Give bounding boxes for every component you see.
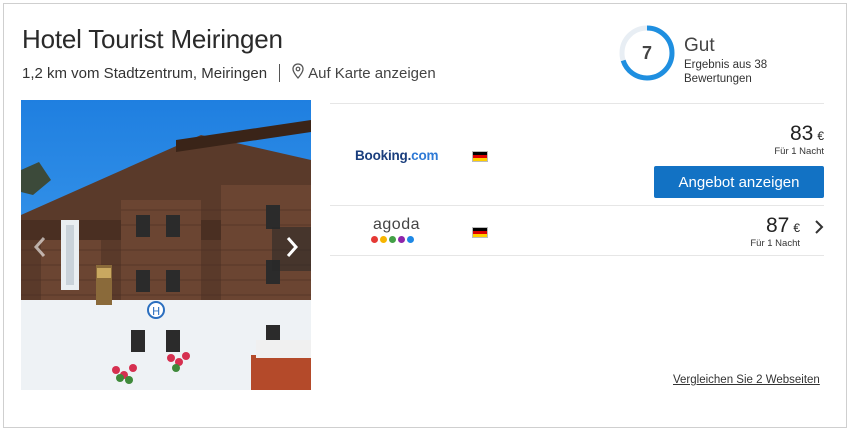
chevron-left-icon	[33, 234, 47, 265]
hotel-photo[interactable]: H	[21, 100, 311, 390]
hotel-name[interactable]: Hotel Tourist Meiringen	[22, 24, 283, 55]
agoda-logo-dots	[371, 236, 414, 243]
agoda-logo: agoda	[373, 216, 420, 233]
offer-row-booking[interactable]: Booking.com 83 € Für 1 Nacht Angebot anze…	[330, 104, 824, 204]
price-agoda: 87 € Für 1 Nacht	[750, 214, 800, 249]
germany-flag-icon	[472, 227, 488, 238]
price-booking: 83 € Für 1 Nacht	[774, 122, 824, 157]
germany-flag-icon	[472, 151, 488, 162]
map-pin-icon	[292, 63, 304, 83]
price-currency: €	[817, 129, 824, 143]
svg-text:H: H	[152, 305, 160, 318]
rating-score: 7	[641, 43, 652, 63]
show-on-map-link[interactable]: Auf Karte anzeigen	[308, 65, 436, 82]
divider	[330, 255, 824, 256]
booking-logo: Booking.com	[355, 148, 439, 163]
rating-label: Gut	[684, 35, 715, 56]
price-note: Für 1 Nacht	[750, 238, 800, 249]
price-value: 83	[789, 122, 814, 145]
show-offer-button[interactable]: Angebot anzeigen	[654, 166, 824, 198]
chevron-right-icon[interactable]	[814, 219, 824, 240]
price-value: 87	[765, 214, 790, 237]
hotel-location: 1,2 km vom Stadtzentrum, Meiringen Auf K…	[22, 63, 436, 83]
rating-ring: 7	[618, 24, 676, 82]
rating-count: Ergebnis aus 38 Bewertungen	[684, 59, 768, 85]
gallery-prev-button[interactable]	[21, 227, 59, 271]
gallery-next-button[interactable]	[272, 227, 311, 271]
compare-sites-link[interactable]: Vergleichen Sie 2 Webseiten	[673, 374, 820, 386]
chevron-right-icon	[285, 236, 299, 263]
distance-text: 1,2 km vom Stadtzentrum, Meiringen	[22, 64, 268, 82]
separator	[279, 64, 281, 82]
price-note: Für 1 Nacht	[774, 146, 824, 157]
price-currency: €	[793, 221, 800, 235]
offer-row-agoda[interactable]: agoda 87 € Für 1 Nacht	[330, 206, 824, 254]
